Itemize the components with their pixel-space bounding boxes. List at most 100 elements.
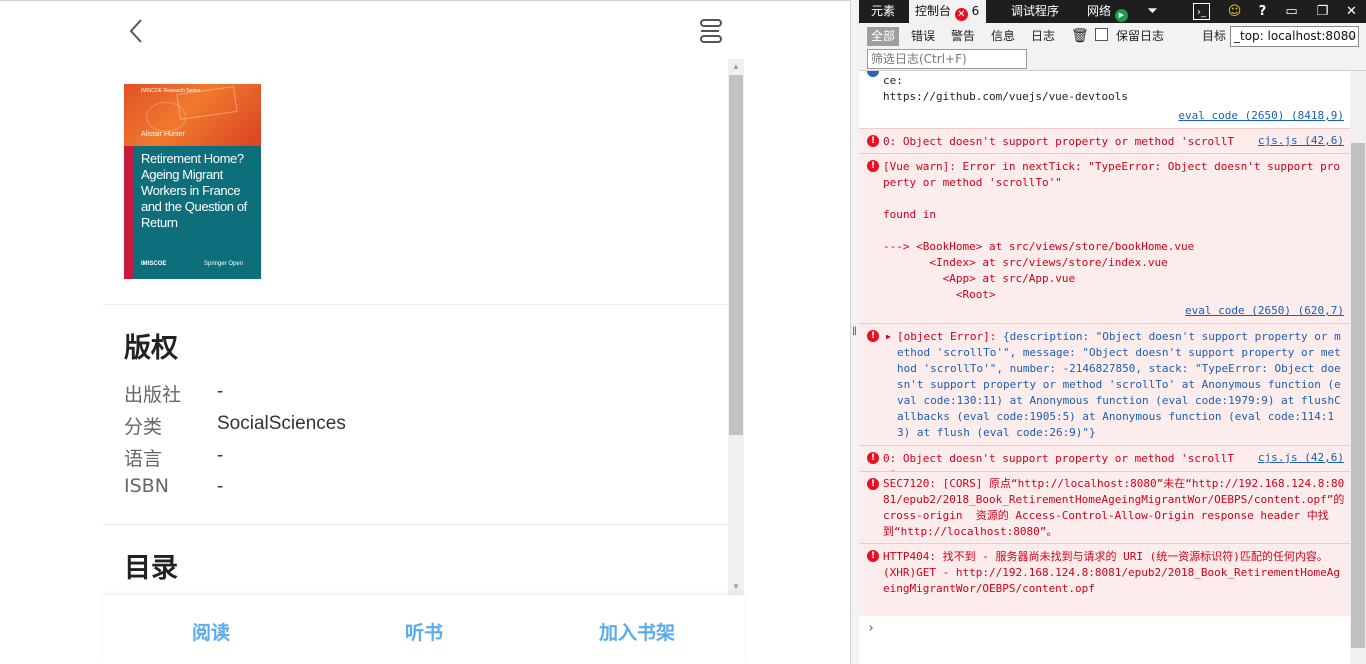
cover-publisher-logo: IMISCOE <box>141 261 167 267</box>
console-log-message: Download the Vue Devtools extension for … <box>859 71 1350 128</box>
message-text: [Vue warn]: Error in nextTick: "TypeErro… <box>883 160 1340 301</box>
more-tools-icon[interactable]: ⏷ <box>1144 3 1161 20</box>
copyright-section-title: 版权 <box>124 333 178 364</box>
console-error-message: ! 0: Object doesn't support property or … <box>859 128 1350 164</box>
console-scrollbar-thumb[interactable] <box>1351 143 1365 648</box>
message-source-link[interactable]: eval code (2650) (620,7) <box>1185 304 1344 317</box>
close-icon[interactable]: ✕ <box>1343 3 1360 20</box>
bookshelf-icon <box>700 19 722 43</box>
message-text: SEC7120: [CORS] 原点“http://localhost:8080… <box>883 477 1351 538</box>
info-icon <box>867 71 879 77</box>
cover-title: Retirement Home? Ageing Migrant Workers … <box>141 151 247 230</box>
cover-springer-logo: Springer Open <box>204 261 244 267</box>
scrollbar-thumb[interactable] <box>729 75 743 435</box>
divider <box>103 524 728 525</box>
info-label: 语言 <box>124 448 163 470</box>
console-error-message: ! [Vue warn]: Error in nextTick: "TypeEr… <box>859 153 1350 323</box>
error-object-body: {description: "Object doesn't support pr… <box>897 330 1341 439</box>
error-icon: ! <box>867 160 879 172</box>
help-icon[interactable]: ? <box>1254 3 1271 20</box>
target-label: 目标 <box>1202 29 1227 43</box>
preserve-log-label: 保留日志 <box>1116 29 1165 43</box>
scroll-down-arrow-icon[interactable]: ▼ <box>728 579 744 595</box>
app-viewport: IMISCOE Research Series Alistair Hunter … <box>0 0 850 664</box>
info-row-category: 分类 SocialSciences <box>124 412 684 442</box>
tab-console[interactable]: 控制台 ✕ 6 <box>909 0 986 23</box>
filter-logs-button[interactable]: 日志 <box>1027 27 1059 46</box>
listen-button[interactable]: 听书 <box>405 618 443 645</box>
dock-bottom-icon[interactable]: ▭ <box>1283 3 1300 20</box>
console-drawer-icon[interactable]: ›_ <box>1193 3 1210 20</box>
tab-debugger[interactable]: 调试程序 <box>1005 0 1065 23</box>
target-select-value: _top: localhost:8080 <box>1234 29 1356 43</box>
console-filter-input[interactable] <box>867 49 1027 69</box>
cover-author: Alistair Hunter <box>141 131 185 138</box>
console-prompt-icon[interactable]: › <box>867 621 875 636</box>
message-source-link[interactable]: cjs.js (42,6) <box>1258 134 1344 147</box>
filter-errors-button[interactable]: 错误 <box>907 27 939 46</box>
tab-network-label: 网络 <box>1087 4 1112 18</box>
chevron-down-icon: ⌵ <box>1347 31 1355 42</box>
preserve-log-checkbox[interactable] <box>1095 28 1108 41</box>
console-error-object-message: ! ▶ [object Error]: {description: "Objec… <box>859 323 1350 445</box>
info-row-isbn: ISBN - <box>124 475 684 505</box>
cover-band <box>124 146 133 279</box>
chevron-left-icon <box>129 19 142 43</box>
error-count: 6 <box>971 4 980 18</box>
info-row-language: 语言 - <box>124 444 684 474</box>
info-value: - <box>217 476 224 497</box>
devtools-panel: 元素 控制台 ✕ 6 调试程序 网络 ▶ ⏷ ›_ ☺ ? ▭ ❐ ✕ 全部 错… <box>859 0 1366 664</box>
back-button[interactable] <box>125 17 149 45</box>
bookshelf-button[interactable] <box>697 17 725 45</box>
book-cover[interactable]: IMISCOE Research Series Alistair Hunter … <box>124 84 261 279</box>
content-scroll-area[interactable]: IMISCOE Research Series Alistair Hunter … <box>103 59 744 595</box>
devtools-splitter[interactable]: ‖ <box>850 0 859 664</box>
target-select[interactable]: _top: localhost:8080 ⌵ <box>1230 26 1359 47</box>
read-button[interactable]: 阅读 <box>192 618 230 645</box>
tab-console-label: 控制台 <box>915 4 952 18</box>
clear-console-trash-icon[interactable]: 🗑 <box>1067 27 1093 46</box>
cover-series: IMISCOE Research Series <box>141 88 201 94</box>
console-toolbar: 全部 错误 警告 信息 日志 🗑 保留日志 目标 _top: localhost… <box>859 23 1366 71</box>
undock-icon[interactable]: ❐ <box>1314 3 1331 20</box>
error-icon: ! <box>867 478 879 490</box>
info-label: 出版社 <box>124 384 182 406</box>
console-cors-error-message: ! SEC7120: [CORS] 原点“http://localhost:80… <box>859 471 1350 543</box>
add-to-shelf-button[interactable]: 加入书架 <box>599 618 675 645</box>
top-bar <box>103 1 744 59</box>
content-scrollbar[interactable]: ▲ ▼ <box>728 59 744 595</box>
divider <box>103 304 728 305</box>
filter-all-button[interactable]: 全部 <box>867 27 900 46</box>
console-error-message: ! 0: Object doesn't support property or … <box>859 445 1350 481</box>
filter-info-button[interactable]: 信息 <box>987 27 1019 46</box>
console-output[interactable]: Download the Vue Devtools extension for … <box>859 71 1366 664</box>
bottom-action-bar: 阅读 听书 加入书架 <box>103 595 744 664</box>
console-http404-error-message: ! HTTP404: 找不到 - 服务器尚未找到与请求的 URI (统一资源标识… <box>859 543 1350 616</box>
message-source-link[interactable]: cjs.js (42,6) <box>1258 451 1344 464</box>
toc-section-title: 目录 <box>124 553 178 584</box>
expand-triangle-icon[interactable]: ▶ <box>886 332 891 341</box>
info-row-publisher: 出版社 - <box>124 380 684 410</box>
filter-warnings-button[interactable]: 警告 <box>947 27 979 46</box>
console-scrollbar[interactable] <box>1350 71 1366 664</box>
info-value: - <box>217 381 224 402</box>
info-value: - <box>217 445 224 466</box>
error-icon: ! <box>867 135 879 147</box>
message-text: [object Error]: {description: "Object do… <box>897 329 1345 441</box>
cover-postmark <box>146 102 186 132</box>
feedback-smiley-icon[interactable]: ☺ <box>1226 3 1243 20</box>
error-icon: ! <box>867 330 879 342</box>
tab-network[interactable]: 网络 ▶ <box>1081 0 1134 23</box>
message-source-link[interactable]: eval code (2650) (8418,9) <box>1178 109 1344 122</box>
info-label: ISBN <box>124 475 169 497</box>
message-text: Download the Vue Devtools extension for … <box>883 74 1129 103</box>
error-icon: ! <box>867 550 879 562</box>
devtools-tab-bar: 元素 控制台 ✕ 6 调试程序 网络 ▶ ⏷ ›_ ☺ ? ▭ ❐ ✕ <box>859 0 1366 23</box>
message-text: HTTP404: 找不到 - 服务器尚未找到与请求的 URI (统一资源标识符)… <box>883 550 1340 595</box>
scroll-up-arrow-icon[interactable]: ▲ <box>728 59 744 75</box>
error-icon: ! <box>867 452 879 464</box>
play-icon: ▶ <box>1114 9 1128 22</box>
error-icon: ✕ <box>954 8 968 21</box>
tab-elements[interactable]: 元素 <box>865 0 901 23</box>
splitter-grip-icon[interactable]: ‖ <box>852 324 857 338</box>
